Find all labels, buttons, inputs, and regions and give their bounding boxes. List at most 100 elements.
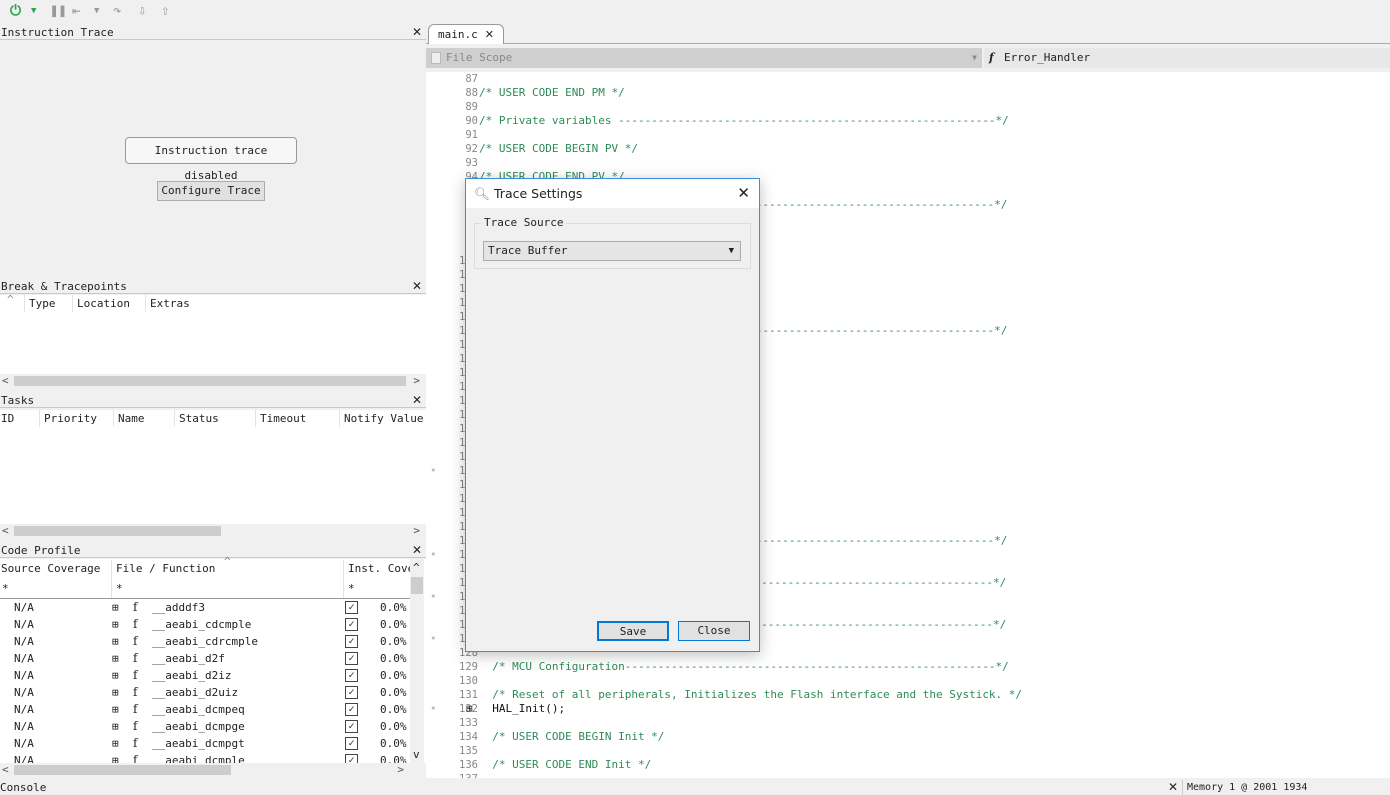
expand-icon[interactable]: ⊞ [112, 718, 119, 735]
file-icon [431, 52, 441, 64]
code-line: HAL_Init(); [479, 702, 566, 715]
checkbox[interactable]: ✓ [345, 652, 358, 665]
line-number: 134 [459, 731, 478, 743]
function-icon: f [133, 736, 138, 750]
column-header[interactable]: Timeout [255, 410, 306, 427]
step-out-icon[interactable]: ⇧ [161, 3, 169, 19]
column-header[interactable]: Priority [39, 410, 97, 427]
table-row[interactable]: N/A ⊞ f __aeabi_cdrcmple ✓ 0.0% [0, 633, 410, 650]
horizontal-scrollbar[interactable]: < > [0, 374, 426, 388]
checkbox[interactable]: ✓ [345, 635, 358, 648]
breakpoint-marker-icon[interactable]: • [430, 632, 437, 645]
table-row[interactable]: N/A ⊞ f __adddf3 ✓ 0.0% [0, 599, 410, 616]
expand-icon[interactable]: ⊞ [112, 735, 119, 752]
column-header[interactable]: Notify Value [339, 410, 423, 427]
column-header[interactable]: Extras [145, 295, 190, 312]
filter-input[interactable]: * [348, 582, 355, 595]
checkbox[interactable]: ✓ [345, 703, 358, 716]
expand-icon[interactable]: ⊞ [112, 616, 119, 633]
close-button[interactable]: Close [678, 621, 750, 641]
close-icon[interactable]: ✕ [412, 393, 422, 408]
code-line: /* Private variables -------------------… [479, 114, 1009, 127]
expand-icon[interactable]: ⊞ [112, 650, 119, 667]
line-number: 133 [459, 717, 478, 729]
breakpoint-marker-icon[interactable]: • [430, 548, 437, 561]
code-line: /* Reset of all peripherals, Initializes… [479, 688, 1023, 701]
group-label: Trace Source [481, 216, 567, 229]
code-line: /* USER CODE END Init */ [479, 758, 652, 771]
step-into-icon[interactable]: ⇩ [138, 3, 146, 19]
function-icon: f [133, 651, 138, 665]
configure-trace-button[interactable]: Configure Trace [157, 181, 265, 201]
column-header[interactable]: Location [72, 295, 130, 312]
inst-coverage-cell: 0.0% [380, 703, 407, 716]
checkbox[interactable]: ✓ [345, 601, 358, 614]
checkbox[interactable]: ✓ [345, 737, 358, 750]
expand-icon[interactable]: ⊞ [112, 684, 119, 701]
breakpoint-marker-icon[interactable]: • [430, 464, 437, 477]
close-icon[interactable]: ✕ [737, 179, 750, 208]
coverage-cell: N/A [14, 686, 34, 699]
close-icon[interactable]: ✕ [1168, 780, 1178, 794]
checkbox[interactable]: ✓ [345, 720, 358, 733]
pause-icon[interactable]: ❚❚ [50, 3, 67, 19]
dropdown-icon[interactable]: ▼ [31, 3, 36, 19]
dropdown-icon[interactable]: ▼ [94, 3, 99, 19]
coverage-cell: N/A [14, 652, 34, 665]
column-header[interactable]: ID [0, 410, 14, 427]
vertical-scrollbar[interactable]: ^ v [410, 559, 424, 763]
function-icon: f [133, 668, 138, 682]
filter-input[interactable]: * [116, 582, 123, 595]
power-icon[interactable]: ⏻ [10, 3, 21, 19]
checkbox[interactable]: ✓ [345, 669, 358, 682]
close-icon[interactable]: ✕ [485, 28, 494, 41]
line-number: 90 [465, 115, 478, 127]
checkbox[interactable]: ✓ [345, 618, 358, 631]
expand-icon[interactable]: ⊞ [112, 599, 119, 616]
line-number: 91 [465, 129, 478, 141]
column-header[interactable]: Source Coverage [0, 560, 100, 577]
chevron-down-icon: ▼ [972, 53, 977, 62]
line-number: 89 [465, 101, 478, 113]
inst-coverage-cell: 0.0% [380, 601, 407, 614]
table-row[interactable]: N/A ⊞ f __aeabi_cdcmple ✓ 0.0% [0, 616, 410, 633]
function-icon: f [133, 634, 138, 648]
checkbox[interactable]: ✓ [345, 686, 358, 699]
function-cell: __aeabi_cdcmple [152, 618, 252, 631]
close-icon[interactable]: ✕ [412, 543, 422, 558]
horizontal-scrollbar[interactable]: < > [0, 524, 426, 538]
column-header[interactable]: File / Function [111, 560, 215, 598]
function-icon: f [989, 51, 994, 64]
scope-dropdown[interactable]: File Scope ▼ [426, 48, 982, 68]
function-value: Error_Handler [1004, 51, 1091, 64]
expand-icon[interactable]: ⊞ [112, 701, 119, 718]
table-row[interactable]: N/A ⊞ f __aeabi_d2uiz ✓ 0.0% [0, 684, 410, 701]
step-back-icon[interactable]: ⇤ [72, 3, 80, 19]
column-header[interactable]: Status [174, 410, 219, 427]
table-row[interactable]: N/A ⊞ f __aeabi_dcmpeq ✓ 0.0% [0, 701, 410, 718]
editor-tabs: main.c ✕ [426, 22, 1390, 44]
filter-input[interactable]: * [2, 582, 9, 595]
expand-icon[interactable]: ⊞ [112, 667, 119, 684]
console-tab[interactable]: Console [0, 781, 46, 795]
table-row[interactable]: N/A ⊞ f __aeabi_dcmpge ✓ 0.0% [0, 718, 410, 735]
fold-icon[interactable]: ⊞ [466, 702, 473, 715]
close-icon[interactable]: ✕ [412, 25, 422, 40]
column-header[interactable]: Type [24, 295, 56, 312]
code-profile-table: Source Coverage File / Function ^ Inst. … [0, 555, 426, 767]
line-number: 137 [426, 773, 478, 778]
breakpoint-marker-icon[interactable]: • [430, 702, 437, 715]
column-header[interactable]: Name [113, 410, 145, 427]
table-row[interactable]: N/A ⊞ f __aeabi_d2iz ✓ 0.0% [0, 667, 410, 684]
function-dropdown[interactable]: f Error_Handler [984, 48, 1390, 68]
trace-source-select[interactable]: Trace Buffer ▼ [483, 241, 741, 261]
table-row[interactable]: N/A ⊞ f __aeabi_d2f ✓ 0.0% [0, 650, 410, 667]
breakpoint-marker-icon[interactable]: • [430, 590, 437, 603]
close-icon[interactable]: ✕ [412, 279, 422, 294]
expand-icon[interactable]: ⊞ [112, 633, 119, 650]
step-over-icon[interactable]: ↷ [113, 3, 121, 19]
horizontal-scrollbar[interactable]: < > [0, 763, 426, 777]
save-button[interactable]: Save [597, 621, 669, 641]
table-row[interactable]: N/A ⊞ f __aeabi_dcmpgt ✓ 0.0% [0, 735, 410, 752]
tab-main-c[interactable]: main.c ✕ [428, 24, 504, 44]
